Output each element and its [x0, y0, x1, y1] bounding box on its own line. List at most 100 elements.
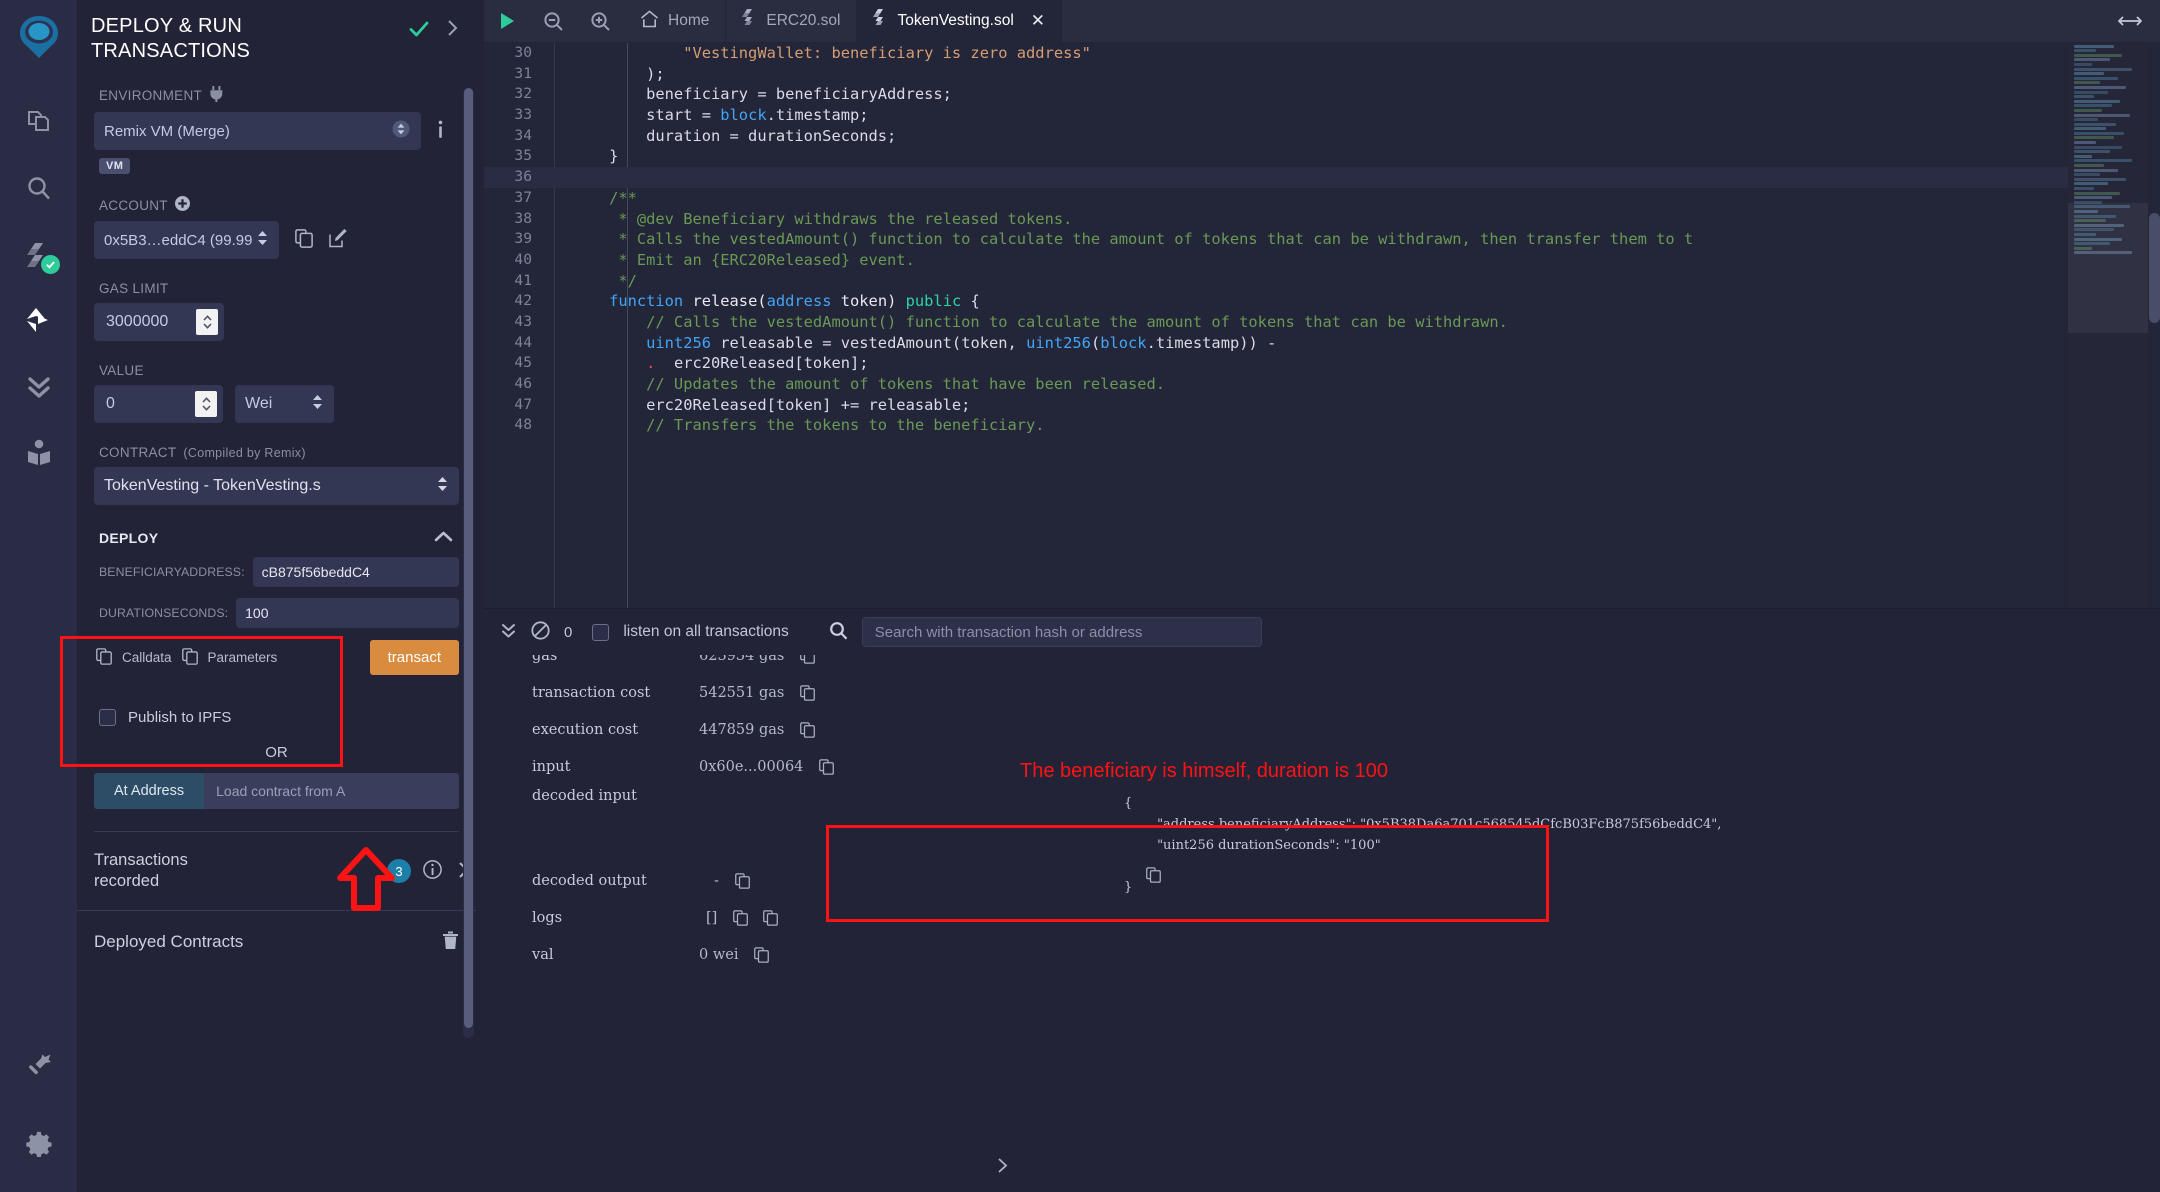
minimap-line	[2074, 95, 2094, 99]
minimap-line	[2074, 67, 2132, 71]
code-text[interactable]: // Calls the vestedAmount() function to …	[554, 312, 2068, 333]
resize-handle-icon[interactable]	[2100, 0, 2160, 42]
terminal-expand-icon[interactable]	[996, 1157, 1009, 1179]
terminal-search-input[interactable]: Search with transaction hash or address	[861, 617, 1262, 647]
code-text[interactable]: * Emit an {ERC20Released} event.	[554, 250, 2068, 271]
deploy-header[interactable]: DEPLOY	[94, 530, 459, 546]
copy-icon-logs-2[interactable]	[763, 910, 779, 930]
account-select[interactable]: 0x5B3…eddC4 (99.99	[94, 221, 279, 259]
contract-select[interactable]: TokenVesting - TokenVesting.s	[94, 467, 459, 505]
gas-limit-input[interactable]: 3000000	[94, 303, 224, 341]
minimap-line	[2074, 76, 2118, 80]
debugger-icon[interactable]	[16, 363, 62, 409]
value-input[interactable]: 0	[94, 385, 223, 423]
minimap[interactable]	[2068, 43, 2148, 608]
code-lines[interactable]: 30 "VestingWallet: beneficiary is zero a…	[484, 43, 2068, 608]
file-explorer-icon[interactable]	[16, 99, 62, 145]
solidity-compiler-icon[interactable]	[16, 231, 62, 277]
minimap-viewport[interactable]	[2068, 203, 2148, 333]
copy-calldata-icon[interactable]	[96, 647, 112, 668]
code-text[interactable]: . erc20Released[token];	[554, 353, 2068, 374]
edit-account-icon[interactable]	[329, 229, 348, 251]
at-address-button[interactable]: At Address	[94, 773, 205, 809]
minimap-line	[2074, 53, 2122, 57]
listen-all-transactions-label: listen on all transactions	[623, 623, 789, 640]
environment-info-icon[interactable]	[421, 120, 459, 143]
code-line: 36	[484, 167, 2068, 188]
code-text[interactable]: uint256 releasable = vestedAmount(token,…	[554, 333, 2068, 354]
line-number: 46	[514, 375, 532, 392]
tx-row-val: val 0 wei	[484, 947, 770, 967]
tab-tokenvesting[interactable]: TokenVesting.sol ✕	[857, 0, 1063, 42]
chevron-updown-icon-unit	[311, 392, 324, 417]
code-text[interactable]: "VestingWallet: beneficiary is zero addr…	[554, 43, 2068, 64]
copy-icon-decoded-input[interactable]	[1146, 867, 1161, 886]
trash-icon[interactable]	[442, 931, 459, 953]
code-text[interactable]: */	[554, 271, 2068, 292]
terminal-search-icon[interactable]	[829, 621, 848, 643]
value-unit-select[interactable]: Wei	[235, 385, 334, 423]
code-line: 43 // Calls the vestedAmount() function …	[484, 312, 2068, 333]
copy-icon-execution-cost[interactable]	[800, 722, 816, 742]
learneth-icon[interactable]	[16, 429, 62, 475]
publish-ipfs-checkbox[interactable]	[99, 709, 116, 726]
code-text[interactable]: beneficiary = beneficiaryAddress;	[554, 84, 2068, 105]
transactions-recorded-row[interactable]: Transactions recorded 3	[77, 832, 476, 910]
zoom-out-icon[interactable]	[530, 0, 577, 42]
clear-console-icon[interactable]	[531, 621, 550, 643]
code-text[interactable]: // Transfers the tokens to the beneficia…	[554, 415, 2068, 436]
zoom-in-icon[interactable]	[577, 0, 624, 42]
panel-scrollbar[interactable]	[463, 88, 474, 1038]
transact-button[interactable]: transact	[369, 640, 459, 675]
calldata-label[interactable]: Calldata	[122, 650, 172, 665]
plugin-manager-icon[interactable]	[16, 1042, 62, 1088]
chevron-right-icon[interactable]	[444, 12, 460, 41]
plus-circle-icon[interactable]	[174, 196, 190, 214]
deploy-run-icon[interactable]	[16, 297, 62, 343]
info-icon[interactable]	[423, 860, 442, 882]
param-input-beneficiary[interactable]: cB875f56beddC4	[252, 557, 459, 587]
minimap-line	[2074, 127, 2106, 131]
pending-transactions-count: 0	[564, 623, 573, 641]
param-input-duration[interactable]: 100	[236, 598, 459, 628]
code-text[interactable]: // Updates the amount of tokens that hav…	[554, 374, 2068, 395]
gas-limit-stepper[interactable]	[196, 309, 218, 335]
code-text[interactable]: * @dev Beneficiary withdraws the release…	[554, 209, 2068, 230]
copy-icon-input[interactable]	[819, 759, 835, 779]
copy-icon-val[interactable]	[754, 947, 770, 967]
remix-logo[interactable]	[14, 12, 64, 65]
tab-erc20[interactable]: ERC20.sol	[726, 0, 858, 42]
code-line: 41 */	[484, 271, 2068, 292]
value-stepper[interactable]	[195, 391, 217, 417]
listen-all-transactions-checkbox[interactable]	[592, 623, 610, 641]
copy-parameters-icon[interactable]	[181, 647, 198, 668]
code-text[interactable]: );	[554, 64, 2068, 85]
code-text[interactable]: erc20Released[token] += releasable;	[554, 395, 2068, 416]
code-text[interactable]: }	[554, 146, 2068, 167]
copy-icon-gas[interactable]	[800, 655, 816, 668]
chevron-up-icon[interactable]	[434, 530, 453, 546]
code-text[interactable]: start = block.timestamp;	[554, 105, 2068, 126]
code-editor[interactable]: 30 "VestingWallet: beneficiary is zero a…	[484, 43, 2160, 608]
tab-home[interactable]: Home	[624, 0, 727, 42]
copy-icon-decoded-output[interactable]	[735, 873, 750, 893]
editor-scrollbar[interactable]	[2149, 213, 2160, 323]
environment-select[interactable]: Remix VM (Merge)	[94, 112, 421, 150]
code-text[interactable]: duration = durationSeconds;	[554, 126, 2068, 147]
code-text[interactable]: function release(address token) public {	[554, 291, 2068, 312]
line-number: 48	[514, 416, 532, 434]
run-icon[interactable]	[484, 0, 530, 42]
at-address-input[interactable]: Load contract from A	[204, 773, 459, 809]
tx-row-decoded-input: decoded input	[484, 788, 699, 804]
copy-icon-transaction-cost[interactable]	[800, 685, 816, 705]
panel-scrollbar-thumb[interactable]	[464, 88, 473, 1028]
parameters-label[interactable]: Parameters	[208, 650, 278, 665]
code-text[interactable]: * Calls the vestedAmount() function to c…	[554, 229, 2068, 250]
code-text[interactable]: /**	[554, 188, 2068, 209]
collapse-terminal-icon[interactable]	[500, 622, 517, 643]
settings-icon[interactable]	[16, 1120, 62, 1166]
close-icon[interactable]: ✕	[1031, 11, 1045, 31]
copy-account-icon[interactable]	[295, 229, 313, 251]
search-icon[interactable]	[16, 165, 62, 211]
copy-icon-logs-1[interactable]	[733, 910, 749, 930]
